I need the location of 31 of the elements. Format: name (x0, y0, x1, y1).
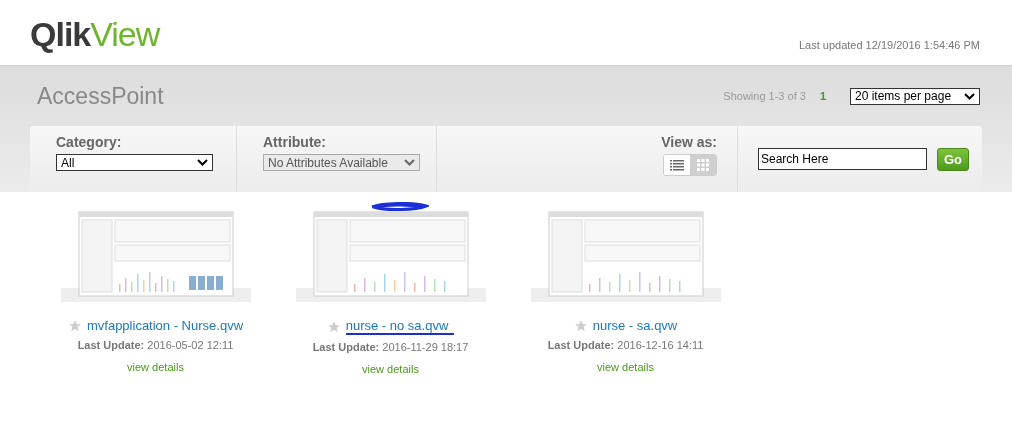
page-title: AccessPoint (37, 82, 164, 110)
search-field[interactable]: Search Here (758, 148, 927, 170)
view-details-link[interactable]: view details (362, 363, 419, 375)
page-number[interactable]: 1 (819, 90, 826, 102)
grid-icon (697, 159, 709, 171)
star-icon[interactable] (573, 318, 588, 333)
star-icon[interactable] (67, 318, 82, 333)
view-toggle[interactable] (664, 155, 690, 175)
caret-icon (964, 92, 975, 100)
document-link[interactable]: nurse - sa.qvw (592, 318, 678, 333)
last-update-text: Last Update: 2016-05-02 12:11 (77, 339, 234, 351)
last-updated-text: Last updated 12/19/2016 1:54:46 PM (798, 39, 980, 51)
category-label: Category: (56, 134, 122, 150)
caret-icon (197, 159, 208, 166)
attribute-label: Attribute: (263, 134, 326, 150)
items-per-page-select[interactable]: 20 items per page (850, 87, 980, 105)
category-select[interactable]: All (56, 154, 213, 171)
last-update-text: Last Update: 2016-12-16 14:11 (547, 339, 704, 351)
star-icon[interactable] (326, 319, 341, 334)
caret-icon (404, 159, 415, 166)
view-toggle[interactable] (690, 155, 716, 175)
view-details-link[interactable]: view details (127, 361, 184, 373)
document-link[interactable]: nurse - no sa.qvw (345, 318, 455, 335)
view-as-label: View as: (661, 134, 717, 150)
last-update-text: Last Update: 2016-11-29 18:17 (312, 341, 469, 353)
go-button[interactable]: Go (937, 147, 970, 171)
document-link[interactable]: mvfapplication - Nurse.qvw (86, 318, 244, 333)
qlikview-logo: QlikView (30, 17, 160, 51)
list-icon (670, 159, 684, 171)
showing-count: Showing 1-3 of 3 (723, 90, 806, 102)
view-details-link[interactable]: view details (597, 361, 654, 373)
